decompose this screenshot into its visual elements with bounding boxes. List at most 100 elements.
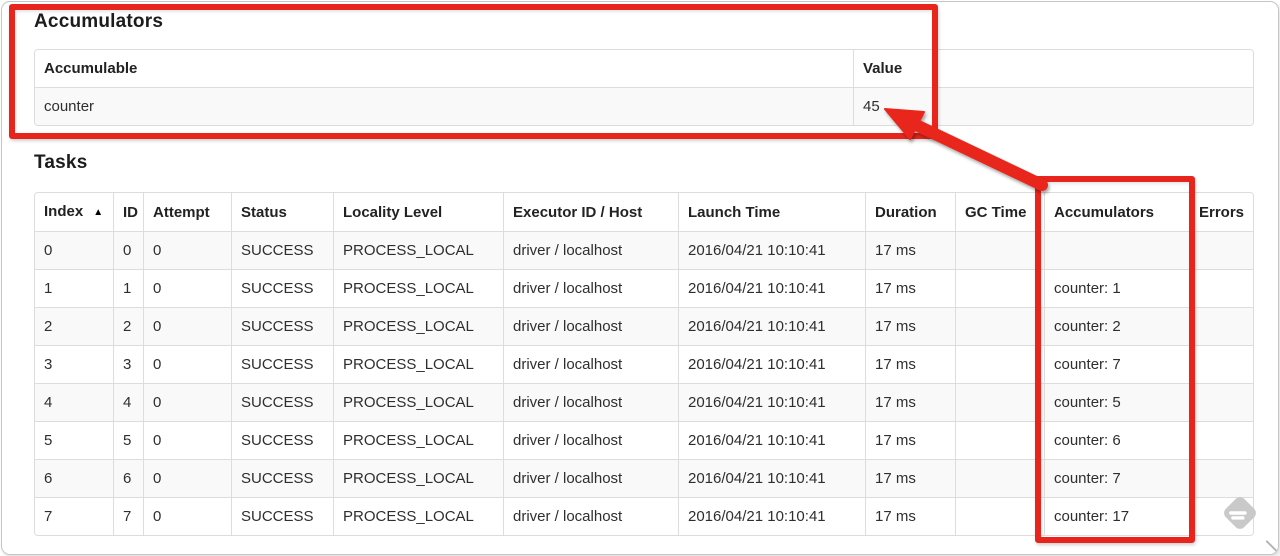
column-header-status[interactable]: Status (231, 193, 333, 231)
table-cell: 2016/04/21 10:10:41 (678, 269, 865, 307)
table-cell: 45 (853, 87, 1253, 125)
task-row: 3 3 0 SUCCESS PROCESS_LOCAL driver / localhos… (35, 345, 1253, 383)
table-cell: 0 (143, 231, 231, 269)
table-cell: 0 (143, 307, 231, 345)
table-cell (1189, 231, 1253, 269)
table-cell: 0 (143, 345, 231, 383)
table-cell: counter: 7 (1044, 345, 1189, 383)
sort-ascending-icon: ▲ (93, 207, 104, 218)
table-cell: 3 (113, 345, 143, 383)
table-cell: 2016/04/21 10:10:41 (678, 383, 865, 421)
task-row: 4 4 0 SUCCESS PROCESS_LOCAL driver / localhos… (35, 383, 1253, 421)
table-cell: PROCESS_LOCAL (333, 459, 503, 497)
table-cell: counter: 7 (1044, 459, 1189, 497)
table-cell: counter: 2 (1044, 307, 1189, 345)
table-cell (1189, 421, 1253, 459)
table-cell: 0 (143, 421, 231, 459)
column-header-locality-level[interactable]: Locality Level (333, 193, 503, 231)
table-cell: 2016/04/21 10:10:41 (678, 307, 865, 345)
column-header-launch-time[interactable]: Launch Time (678, 193, 865, 231)
table-cell: 6 (35, 459, 113, 497)
column-header-gc-time[interactable]: GC Time (955, 193, 1044, 231)
table-cell: PROCESS_LOCAL (333, 421, 503, 459)
task-row: 0 0 0 SUCCESS PROCESS_LOCAL driver / localhos… (35, 231, 1253, 269)
table-cell: 17 ms (865, 459, 955, 497)
table-cell (1044, 231, 1189, 269)
table-cell: 2016/04/21 10:10:41 (678, 345, 865, 383)
table-cell: driver / localhost (503, 307, 678, 345)
table-cell: 0 (143, 459, 231, 497)
column-header-index-label: Index (44, 203, 84, 220)
task-row: 5 5 0 SUCCESS PROCESS_LOCAL driver / localhos… (35, 421, 1253, 459)
accumulables-table: Accumulable Value counter 45 (34, 49, 1254, 126)
table-cell: PROCESS_LOCAL (333, 307, 503, 345)
accumulators-section-heading: Accumulators (34, 11, 164, 32)
column-header-accumulable[interactable]: Accumulable (35, 50, 853, 87)
table-cell: 17 ms (865, 421, 955, 459)
task-row: 1 1 0 SUCCESS PROCESS_LOCAL driver / localhos… (35, 269, 1253, 307)
table-cell (955, 345, 1044, 383)
table-cell: 0 (143, 383, 231, 421)
table-cell: 3 (35, 345, 113, 383)
table-cell: 17 ms (865, 383, 955, 421)
table-cell: 7 (113, 497, 143, 535)
table-cell: 7 (35, 497, 113, 535)
table-cell: 1 (35, 269, 113, 307)
table-cell: PROCESS_LOCAL (333, 231, 503, 269)
table-cell: driver / localhost (503, 421, 678, 459)
table-cell: counter: 5 (1044, 383, 1189, 421)
accumulable-row: counter 45 (35, 87, 1253, 125)
column-header-executor-id-host[interactable]: Executor ID / Host (503, 193, 678, 231)
table-cell: 17 ms (865, 231, 955, 269)
table-cell: SUCCESS (231, 459, 333, 497)
table-cell: PROCESS_LOCAL (333, 269, 503, 307)
table-cell: PROCESS_LOCAL (333, 345, 503, 383)
accumulables-header-row: Accumulable Value (35, 50, 1253, 87)
table-cell: SUCCESS (231, 383, 333, 421)
table-cell (955, 497, 1044, 535)
table-cell: PROCESS_LOCAL (333, 497, 503, 535)
column-header-index[interactable]: Index ▲ (35, 193, 113, 231)
table-cell: driver / localhost (503, 459, 678, 497)
table-cell: SUCCESS (231, 421, 333, 459)
table-cell: 17 ms (865, 269, 955, 307)
table-cell (955, 269, 1044, 307)
table-cell (955, 459, 1044, 497)
table-cell: 2 (35, 307, 113, 345)
column-header-errors[interactable]: Errors (1189, 193, 1253, 231)
table-cell: driver / localhost (503, 497, 678, 535)
table-cell (1189, 497, 1253, 535)
column-header-accumulators[interactable]: Accumulators (1044, 193, 1189, 231)
table-cell (1189, 307, 1253, 345)
task-row: 2 2 0 SUCCESS PROCESS_LOCAL driver / localhos… (35, 307, 1253, 345)
table-cell: driver / localhost (503, 345, 678, 383)
table-cell: SUCCESS (231, 345, 333, 383)
table-cell: driver / localhost (503, 231, 678, 269)
table-cell: counter: 1 (1044, 269, 1189, 307)
table-cell (1189, 345, 1253, 383)
table-cell: SUCCESS (231, 307, 333, 345)
table-cell: 1 (113, 269, 143, 307)
task-row: 7 7 0 SUCCESS PROCESS_LOCAL driver / localhos… (35, 497, 1253, 535)
table-cell: PROCESS_LOCAL (333, 383, 503, 421)
tasks-header-row: Index ▲ ID Attempt Status Locality Level … (35, 193, 1253, 231)
table-cell: 6 (113, 459, 143, 497)
table-cell (955, 421, 1044, 459)
table-cell: 0 (143, 269, 231, 307)
table-cell: counter: 17 (1044, 497, 1189, 535)
column-header-duration[interactable]: Duration (865, 193, 955, 231)
table-cell: 17 ms (865, 497, 955, 535)
page-corner-curl-decoration (1265, 539, 1278, 553)
table-cell: 0 (35, 231, 113, 269)
table-cell: 2016/04/21 10:10:41 (678, 497, 865, 535)
column-header-attempt[interactable]: Attempt (143, 193, 231, 231)
table-cell: 17 ms (865, 345, 955, 383)
table-cell: SUCCESS (231, 497, 333, 535)
table-cell (1189, 459, 1253, 497)
table-cell: 17 ms (865, 307, 955, 345)
column-header-value[interactable]: Value (853, 50, 1253, 87)
column-header-id[interactable]: ID (113, 193, 143, 231)
table-cell: 5 (113, 421, 143, 459)
table-cell: SUCCESS (231, 231, 333, 269)
table-cell: 4 (113, 383, 143, 421)
